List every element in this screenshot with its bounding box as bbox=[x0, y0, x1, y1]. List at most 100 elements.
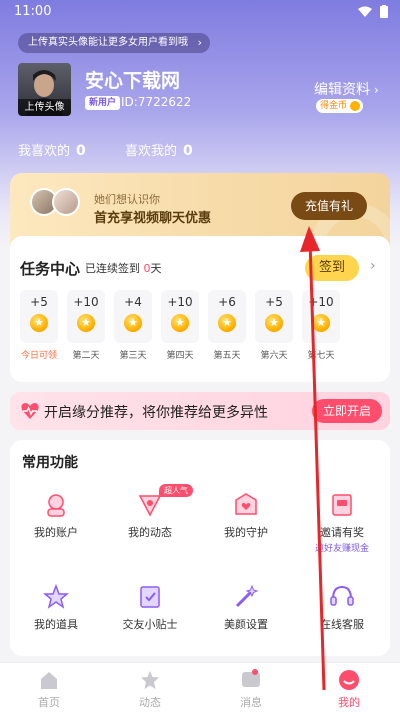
day-points: +5 bbox=[265, 295, 283, 309]
stat-i-like[interactable]: 我喜欢的 0 bbox=[18, 140, 86, 159]
stat-i-like-count: 0 bbox=[76, 143, 86, 159]
service-icon bbox=[330, 585, 354, 606]
day-label: 第五天 bbox=[213, 351, 241, 361]
day-points: +6 bbox=[218, 295, 236, 309]
battery-icon bbox=[380, 5, 388, 18]
coin-icon: ★ bbox=[124, 314, 142, 332]
invite-icon bbox=[332, 494, 352, 516]
signin-day[interactable]: +6 ★ 第五天 bbox=[208, 290, 246, 361]
online-service-item[interactable]: 在线客服 bbox=[302, 584, 382, 632]
tab-messages-label: 消息 bbox=[240, 696, 262, 709]
match-recommend-banner[interactable]: 开启缘分推荐，将你推荐给更多异性 立即开启 bbox=[10, 392, 390, 430]
common-functions-card: 常用功能 我的账户 超人气 我的动态 我的守护 邀请有奖 邀好友赚现金 我的道具… bbox=[10, 440, 390, 656]
guard-icon bbox=[235, 493, 257, 515]
chevron-right-icon: › bbox=[197, 36, 202, 49]
coin-icon: ★ bbox=[312, 314, 330, 332]
wifi-icon bbox=[358, 6, 372, 17]
day-label: 第二天 bbox=[72, 351, 100, 361]
tab-profile-label: 我的 bbox=[338, 696, 360, 709]
beauty-settings-label: 美颜设置 bbox=[224, 618, 268, 631]
home-icon bbox=[41, 672, 57, 689]
signin-day[interactable]: +5 ★ 第六天 bbox=[255, 290, 293, 361]
my-props-item[interactable]: 我的道具 bbox=[16, 584, 96, 632]
tips-icon bbox=[140, 586, 160, 608]
my-guard-item[interactable]: 我的守护 bbox=[206, 492, 286, 540]
props-icon bbox=[43, 584, 69, 609]
streak-suffix: 天 bbox=[150, 262, 162, 275]
account-icon bbox=[47, 494, 65, 517]
streak-days: 0 bbox=[143, 262, 151, 275]
beauty-settings-item[interactable]: 美颜设置 bbox=[206, 584, 286, 632]
tab-moments[interactable]: 动态 bbox=[120, 669, 180, 710]
status-time: 11:00 bbox=[14, 4, 52, 19]
signin-day[interactable]: +10 ★ 第二天 bbox=[67, 290, 105, 361]
coin-icon: ★ bbox=[218, 314, 236, 332]
task-center-card: 任务中心 已连续签到 0天 签到 › +5 ★ 今日可领 +10 ★ 第二天 +4 ★… bbox=[10, 236, 390, 382]
day-points: +10 bbox=[73, 295, 99, 309]
day-label: 第四天 bbox=[166, 351, 194, 361]
signin-day[interactable]: +4 ★ 第三天 bbox=[114, 290, 152, 361]
username: 安心下载网 bbox=[85, 70, 181, 92]
my-moments-item[interactable]: 超人气 我的动态 bbox=[110, 484, 193, 540]
signin-button[interactable]: 签到 bbox=[305, 255, 359, 281]
stat-likes-me[interactable]: 喜欢我的 0 bbox=[125, 140, 193, 159]
online-service-label: 在线客服 bbox=[320, 618, 364, 631]
earn-coins-label: 得金币 bbox=[320, 101, 348, 111]
invite-reward-label: 邀请有奖 bbox=[320, 526, 364, 539]
system-icons bbox=[358, 5, 388, 18]
stat-likes-me-label: 喜欢我的 bbox=[125, 144, 178, 159]
status-bar: 11:00 bbox=[0, 0, 400, 24]
new-user-badge: 新用户 bbox=[85, 96, 121, 110]
avatar bbox=[52, 188, 80, 216]
day-label: 今日可领 bbox=[20, 351, 57, 361]
invite-reward-item[interactable]: 邀请有奖 邀好友赚现金 bbox=[302, 492, 382, 554]
coin-icon: ★ bbox=[265, 314, 283, 332]
recharge-button[interactable]: 充值有礼 bbox=[291, 192, 367, 220]
tab-messages[interactable]: 消息 bbox=[221, 669, 281, 710]
chevron-right-icon: › bbox=[374, 83, 379, 97]
earn-coins-badge[interactable]: 得金币 bbox=[316, 99, 364, 113]
coin-icon bbox=[350, 101, 361, 111]
day-points: +10 bbox=[308, 295, 334, 309]
my-props-label: 我的道具 bbox=[34, 618, 78, 631]
signin-streak: 已连续签到 0天 bbox=[85, 260, 162, 276]
chevron-right-icon[interactable]: › bbox=[370, 258, 376, 274]
my-moments-label: 我的动态 bbox=[128, 526, 172, 539]
notice-text: 上传真实头像能让更多女用户看到哦 bbox=[28, 37, 188, 48]
coin-icon: ★ bbox=[77, 314, 95, 332]
signin-day[interactable]: +10 ★ 第四天 bbox=[161, 290, 199, 361]
upload-avatar-label: 上传头像 bbox=[18, 99, 71, 116]
avatar-notice-pill[interactable]: 上传真实头像能让更多女用户看到哦 › bbox=[18, 33, 210, 53]
star-icon bbox=[141, 671, 159, 689]
signin-day[interactable]: +5 ★ 今日可领 bbox=[20, 290, 58, 361]
recharge-subtitle: 她们想认识你 bbox=[94, 193, 160, 206]
task-center-title: 任务中心 bbox=[20, 260, 81, 278]
beauty-icon bbox=[235, 584, 259, 608]
day-label: 第六天 bbox=[260, 351, 288, 361]
day-label: 第七天 bbox=[307, 351, 335, 361]
tab-profile[interactable]: 我的 bbox=[319, 669, 379, 710]
invite-reward-sub: 邀好友赚现金 bbox=[314, 544, 369, 554]
dating-tips-item[interactable]: 交友小贴士 bbox=[110, 584, 190, 632]
bottom-tab-bar: 首页 动态 消息 我的 bbox=[0, 662, 400, 712]
day-points: +4 bbox=[124, 295, 142, 309]
stat-likes-me-count: 0 bbox=[183, 143, 193, 159]
my-guard-label: 我的守护 bbox=[224, 526, 268, 539]
tab-home-label: 首页 bbox=[38, 696, 60, 709]
heart-pulse-icon bbox=[21, 403, 39, 419]
match-recommend-text: 开启缘分推荐，将你推荐给更多异性 bbox=[44, 405, 268, 421]
day-label: 第三天 bbox=[119, 351, 147, 361]
tab-home[interactable]: 首页 bbox=[19, 669, 79, 710]
streak-prefix: 已连续签到 bbox=[85, 262, 140, 275]
user-id: ID:7722622 bbox=[121, 95, 192, 109]
avatar[interactable]: 上传头像 bbox=[18, 63, 71, 116]
signin-day[interactable]: +10 ★ 第七天 bbox=[302, 290, 340, 361]
my-account-item[interactable]: 我的账户 bbox=[16, 492, 96, 540]
edit-profile-link[interactable]: 编辑资料 › bbox=[314, 79, 379, 99]
enable-now-button[interactable]: 立即开启 bbox=[312, 399, 382, 423]
signin-days-row[interactable]: +5 ★ 今日可领 +10 ★ 第二天 +4 ★ 第三天 +10 ★ 第四天 +6 ★ 第… bbox=[20, 290, 380, 372]
stat-i-like-label: 我喜欢的 bbox=[18, 144, 71, 159]
hot-badge: 超人气 bbox=[159, 484, 193, 497]
coin-icon: ★ bbox=[30, 314, 48, 332]
recharge-title: 首充享视频聊天优惠 bbox=[94, 211, 212, 226]
